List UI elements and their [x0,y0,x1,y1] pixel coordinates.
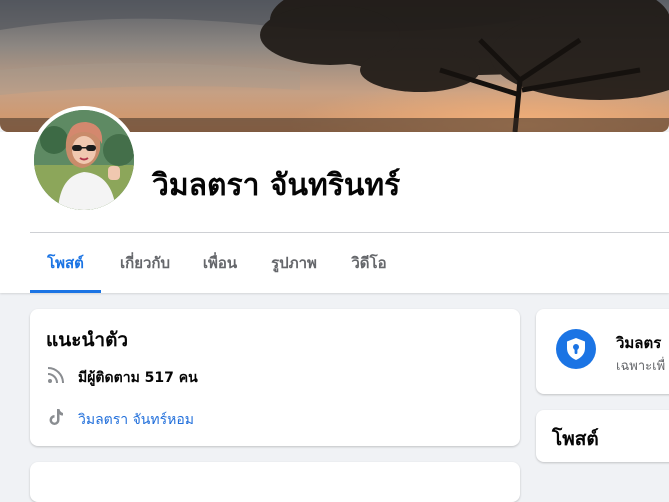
tab-photos-label: รูปภาพ [271,254,317,272]
tab-about[interactable]: เกี่ยวกับ [105,233,185,293]
profile-avatar[interactable] [30,106,138,214]
tab-about-label: เกี่ยวกับ [119,254,171,272]
shield-lock-icon [556,329,596,369]
tab-posts-label: โพสต์ [47,254,84,272]
tab-friends-label: เพื่อน [202,254,238,272]
tab-friends[interactable]: เพื่อน [190,233,250,293]
rss-icon [46,365,66,385]
tab-videos[interactable]: วิดีโอ [340,233,398,293]
privacy-title: วิมลตร [616,334,662,352]
profile-person-image [34,110,134,210]
posts-card: โพสต์ [536,410,669,462]
profile-picture [34,110,134,210]
privacy-card: วิมลตร เฉพาะเพื่ [536,309,669,394]
active-tab-indicator [30,290,101,293]
tiktok-row: วิมลตรา จันทร์หอม [46,407,346,431]
tiktok-link[interactable]: วิมลตรา จันทร์หอม [78,409,194,431]
profile-name: วิมลตรา จันทรินทร์ [152,168,401,203]
tiktok-icon [46,407,66,427]
followers-count: มีผู้ติดตาม 517 คน [78,370,198,386]
intro-card: แนะนำตัว มีผู้ติดตาม 517 คน วิมลตรา จันท… [30,309,520,446]
posts-title: โพสต์ [552,428,599,450]
tab-photos[interactable]: รูปภาพ [262,233,326,293]
tab-posts[interactable]: โพสต์ [30,233,101,293]
intro-title: แนะนำตัว [46,329,129,351]
followers-row: มีผู้ติดตาม 517 คน [46,365,346,389]
next-card [30,462,520,502]
tab-videos-label: วิดีโอ [351,254,387,272]
privacy-subtitle: เฉพาะเพื่ [616,359,666,374]
